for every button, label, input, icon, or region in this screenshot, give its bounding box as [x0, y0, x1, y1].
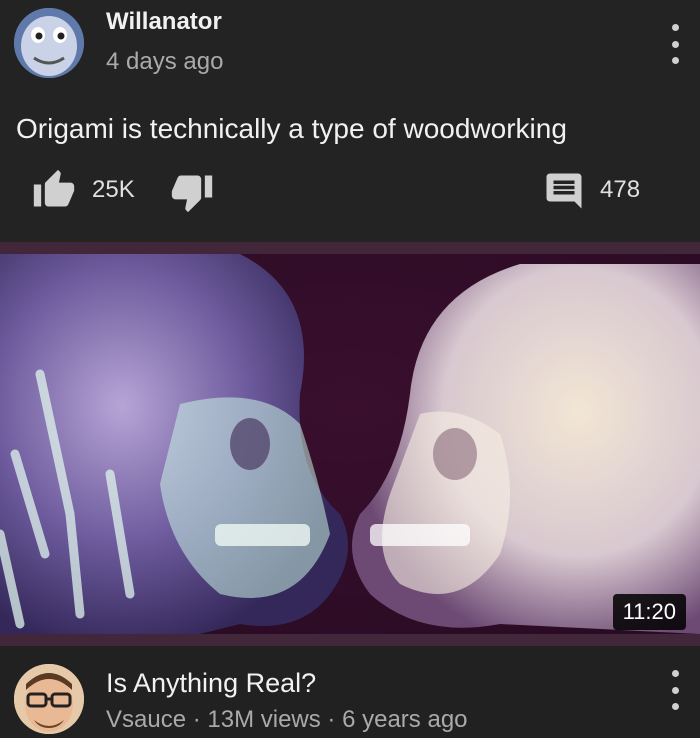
dislike-button[interactable]	[168, 170, 216, 214]
thumbs-down-icon	[171, 175, 213, 213]
comment-card: Willanator 4 days ago Origami is technic…	[0, 0, 700, 242]
reply-button[interactable]	[542, 170, 586, 212]
comment-icon	[546, 173, 582, 209]
video-title[interactable]: Is Anything Real?	[106, 668, 316, 699]
channel-avatar[interactable]	[14, 664, 84, 734]
video-more-icon[interactable]	[670, 670, 680, 710]
meta-separator: ·	[320, 706, 343, 733]
comment-timestamp: 4 days ago	[106, 48, 224, 75]
view-count: 13M views	[207, 706, 321, 733]
video-card[interactable]	[0, 242, 700, 646]
video-thumbnail[interactable]	[0, 254, 700, 634]
comment-more-icon[interactable]	[670, 24, 680, 64]
comment-text: Origami is technically a type of woodwor…	[16, 113, 567, 144]
thomas-face-icon	[14, 8, 84, 78]
reply-count: 478	[600, 176, 641, 203]
channel-name[interactable]: Vsauce	[106, 706, 186, 733]
like-button[interactable]	[30, 168, 78, 212]
meta-separator: ·	[186, 706, 208, 733]
thumbs-up-icon	[33, 169, 75, 207]
vsauce-host-icon	[14, 664, 84, 734]
video-duration-badge: 11:20	[612, 594, 686, 630]
like-count: 25K	[92, 176, 135, 203]
comment-username[interactable]: Willanator	[106, 8, 222, 36]
upload-age: 6 years ago	[342, 706, 468, 733]
video-metadata: Vsauce · 13M views · 6 years ago	[106, 706, 468, 734]
xray-skulls-thumbnail-icon	[0, 254, 700, 634]
commenter-avatar[interactable]	[14, 8, 84, 78]
